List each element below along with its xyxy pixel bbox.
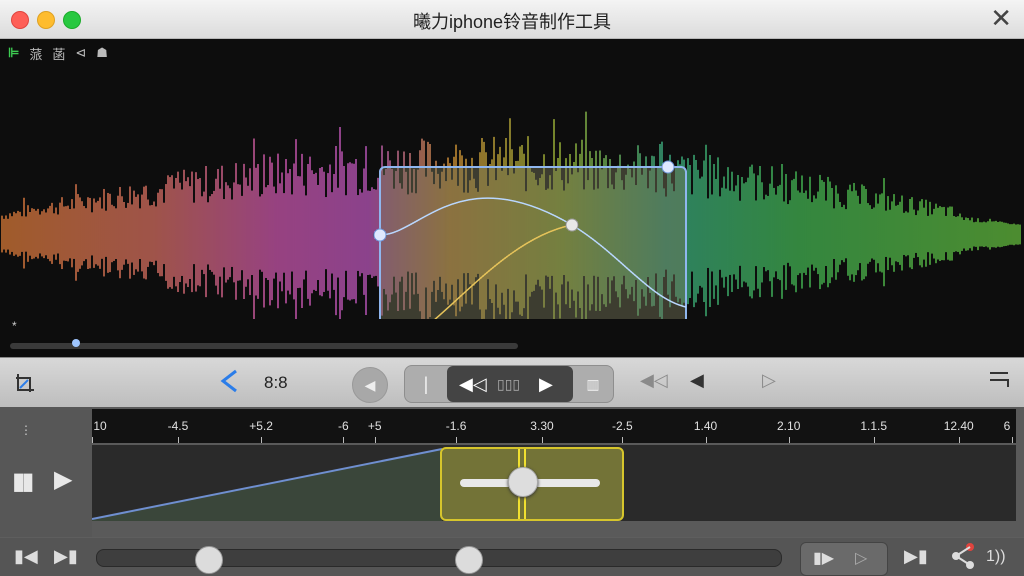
track-view-icon[interactable]: ⊫: [8, 45, 19, 61]
step-buttons: ▮▶ ▷: [800, 542, 888, 576]
skip-end-icon[interactable]: ▶▮: [54, 546, 78, 567]
ruler-tick-mark: [622, 437, 624, 443]
ruler-tick-label: 6: [1003, 419, 1011, 433]
close-icon[interactable]: ✕: [990, 4, 1012, 32]
ruler-tick-label: 1.1.5: [860, 419, 888, 433]
ruler-tick-mark: [177, 437, 179, 443]
ruler-tick-label: -4.5: [167, 419, 189, 433]
ruler-tick-label: 3.30: [530, 419, 554, 433]
menu-icon[interactable]: [988, 370, 1010, 396]
segment-start-button[interactable]: |: [405, 366, 447, 402]
transport-bar: 8:8 ◀ | ◀◁ ▯▯▯ ▶ ▥ ◀◁ ◀ ▷: [0, 357, 1024, 409]
volume-label[interactable]: 1)): [986, 548, 1006, 566]
crop-icon[interactable]: [14, 372, 36, 394]
ruler-tick-mark: [541, 437, 543, 443]
marker-flag-icon[interactable]: ◀: [690, 370, 704, 391]
home-icon[interactable]: ☗: [96, 45, 108, 61]
marker-icon: *: [12, 319, 17, 333]
ruler-tick-label: 1.40: [693, 419, 718, 433]
skip-back-button[interactable]: ◀◁: [459, 366, 487, 402]
selection-end-handle[interactable]: [661, 160, 675, 174]
next-marker-icon[interactable]: ▷: [762, 370, 776, 391]
ruler-tick-label: -2.5: [612, 419, 633, 433]
gain-slider-knob[interactable]: [508, 467, 538, 497]
play-next-button[interactable]: ▷: [855, 548, 867, 568]
segment-playback-group: ◀◁ ▯▯▯ ▶: [447, 366, 573, 402]
ruler-tick-mark: [374, 437, 376, 443]
ruler-tick-mark: [788, 437, 790, 443]
ruler-tick-label: 10: [93, 419, 107, 433]
ruler-tick-label: -6: [337, 419, 349, 433]
ruler-tick-mark: [92, 437, 93, 443]
playback-controls: ⋮ ▮▮ ▶: [0, 407, 92, 537]
app-window: 曦力iphone铃音制作工具 ✕ ⊫ 蒎 菡 ⊲ ☗ * 8:8 ◀ | ◀◁ …: [0, 0, 1024, 576]
timeline-area: ⋮ ▮▮ ▶ 10 -4.5 +5.2 -6 +5 -1.6 3.30 -2.5 1.40 2.1…: [0, 407, 1024, 537]
grid-icon[interactable]: ▥: [573, 366, 613, 402]
tool-icon-1[interactable]: 蒎: [29, 44, 42, 63]
ruler-tick-label: +5.2: [249, 419, 273, 433]
ruler-tick-label: 2.10: [777, 419, 801, 433]
play-loop-icon[interactable]: ▶▮: [904, 546, 928, 567]
ruler-tick-mark: [958, 437, 960, 443]
ruler-tick-label: +5: [367, 419, 382, 433]
overview-scrollbar[interactable]: [10, 343, 518, 349]
ruler-tick-mark: [873, 437, 875, 443]
scrubber-knob-end[interactable]: [455, 546, 483, 574]
play-button[interactable]: ▶: [54, 465, 72, 494]
waveform-panel[interactable]: ⊫ 蒎 菡 ⊲ ☗ *: [0, 39, 1024, 357]
trim-selection[interactable]: [440, 447, 624, 521]
rewind-button[interactable]: ◀: [352, 367, 388, 403]
window-title: 曦力iphone铃音制作工具: [412, 12, 612, 32]
position-scrubber[interactable]: [96, 546, 782, 574]
timeline-track[interactable]: [92, 445, 1016, 521]
waveform-display[interactable]: [0, 79, 1024, 319]
waveform-toolbar: ⊫ 蒎 菡 ⊲ ☗: [8, 43, 108, 63]
ruler-tick-label: -1.6: [445, 419, 467, 433]
skip-start-icon[interactable]: ▮◀: [14, 546, 38, 567]
ruler-tick-mark: [261, 437, 263, 443]
selection-start-handle[interactable]: [373, 228, 387, 242]
fade-midpoint-handle[interactable]: [565, 218, 579, 232]
time-ruler[interactable]: 10 -4.5 +5.2 -6 +5 -1.6 3.30 -2.5 1.40 2.10 1.1.5 1…: [92, 409, 1016, 443]
prev-marker-icon[interactable]: ◀◁: [640, 370, 668, 391]
bars-icon[interactable]: ▯▯▯: [497, 366, 520, 402]
ruler-tick-label: 12.40: [943, 419, 974, 433]
scrubber-knob-start[interactable]: [195, 546, 223, 574]
ruler-tick-mark: [456, 437, 458, 443]
time-display: 8:8: [264, 373, 288, 392]
step-forward-button[interactable]: ▮▶: [813, 548, 834, 568]
bottom-toolbar: ▮◀ ▶▮ ▮▶ ▷ ▶▮ 1)): [0, 538, 1024, 576]
ruler-tick-mark: [705, 437, 707, 443]
handle-icon[interactable]: ⋮: [20, 423, 32, 437]
speaker-icon[interactable]: ⊲: [75, 45, 86, 61]
share-icon[interactable]: [950, 542, 976, 575]
ruler-tick-mark: [1012, 437, 1014, 443]
selection-region[interactable]: [379, 166, 687, 319]
playback-segmented-control: | ◀◁ ▯▯▯ ▶ ▥: [404, 365, 614, 403]
tool-icon-2[interactable]: 菡: [52, 44, 65, 63]
overview-scroll-thumb[interactable]: [72, 339, 80, 347]
pause-button[interactable]: ▮▮: [12, 467, 35, 496]
play-segment-button[interactable]: ▶: [539, 366, 553, 402]
ruler-tick-mark: [343, 437, 345, 443]
back-arrow-icon[interactable]: [218, 368, 240, 401]
title-bar: 曦力iphone铃音制作工具 ✕: [0, 0, 1024, 39]
